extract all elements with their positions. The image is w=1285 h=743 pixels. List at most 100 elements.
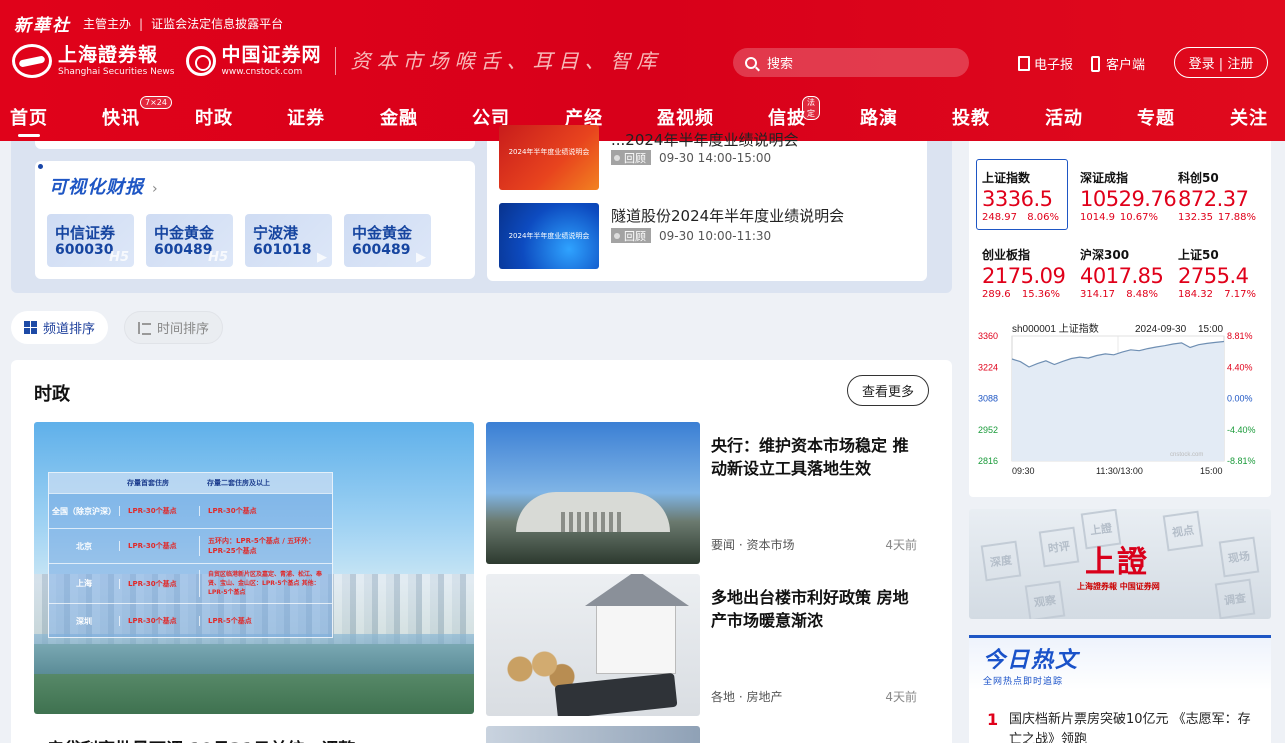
top-bar: 新華社 主管主办 | 证监会法定信息披露平台 [14,11,283,36]
replay-tag[interactable]: 回顾 [611,228,651,243]
article-title[interactable]: 多地出台楼市利好政策 房地产市场暖意渐浓 [711,586,911,632]
index-value: 2175.09 [982,264,1066,288]
table-cell: 北京 [76,541,92,551]
index-change: 132.35 [1178,212,1213,223]
y-tick-label: 3224 [978,362,998,372]
search-input[interactable]: 搜索 [733,48,969,77]
roadshow-thumb[interactable]: 2024年半年度业绩说明会 [499,203,599,269]
phone-icon [1091,55,1101,72]
table-cell: 上海 [76,579,92,588]
hot-text: 国庆档新片票房突破10亿元 《志愿军：存亡之战》领跑 [1009,712,1251,743]
article-category[interactable]: 各地 · 房地产 [711,688,782,705]
report-tile[interactable]: 中金黄金 600489 H5 [146,214,233,267]
sort-by-time-button[interactable]: 时间排序 [124,311,224,344]
property-image[interactable] [486,574,700,716]
index-name: 深证成指 [1080,171,1129,185]
index-change: 1014.9 [1080,212,1115,223]
play-icon [614,232,620,239]
nav-item-shizheng[interactable]: 时政 [195,104,233,130]
nav-item-jinrong[interactable]: 金融 [380,104,418,130]
nav-item-toujiao[interactable]: 投教 [952,104,990,130]
index-card[interactable]: 深证成指 10529.76 1014.9 10.67% [1074,159,1177,230]
replay-tag[interactable]: 回顾 [611,150,651,165]
report-tile[interactable]: 中金黄金 600489 ▶ [344,214,431,267]
login-register-button[interactable]: 登录 | 注册 [1174,47,1268,78]
badge-724: 7×24 [140,96,172,109]
index-intraday-chart[interactable]: sh000001 上证指数 2024-09-30 15:00 3360 8.81%… [972,318,1268,483]
report-tile[interactable]: 宁波港 601018 ▶ [245,214,332,267]
report-tile[interactable]: 中信证券 600030 H5 [47,214,134,267]
nav-item-video[interactable]: 盈视频 [657,104,714,130]
ssn-logo-cn: 上海證券報 [58,43,159,66]
search-placeholder: 搜索 [767,57,794,72]
header-links: 电子报 客户端 [1018,54,1163,73]
article-meta: 要闻 · 资本市场 4天前 [711,536,917,553]
sort-by-channel-button[interactable]: 频道排序 [11,311,109,344]
ssn-logo-icon[interactable] [12,44,52,78]
house-model [585,574,689,674]
section-title: 时政 [34,380,70,406]
index-value: 2755.4 [1178,264,1249,288]
h5-icon: H5 [208,250,228,265]
hot-rank: 1 [987,710,999,729]
roadshow-title[interactable]: 隧道股份2024年半年度业绩说明会 [611,205,844,226]
nav-item-kuaixun[interactable]: 快讯 7×24 [102,96,172,130]
index-card[interactable]: 科创50 872.37 132.35 17.88% [1172,159,1264,230]
roadshow-thumb[interactable]: 2024年半年度业绩说明会 [499,125,599,190]
table-cell: LPR-30个基点 [119,506,199,516]
tile-name: 宁波港 [253,224,299,242]
article-category[interactable]: 要闻 · 资本市场 [711,536,794,553]
roadshow-title[interactable]: ...2024年半年度业绩说明会 [611,129,798,150]
roadshow-time: 09-30 14:00-15:00 [659,150,772,165]
nav-item-guanzhu[interactable]: 关注 [1230,104,1268,130]
thumb-text: 2024年半年度业绩说明会 [508,148,590,156]
nav-item-home[interactable]: 首页 [10,104,48,137]
hot-item[interactable]: 1 国庆档新片票房突破10亿元 《志愿军：存亡之战》领跑 [987,710,1259,743]
table-cell: LPR-5个基点 [199,616,332,626]
site-header: 新華社 主管主办 | 证监会法定信息披露平台 上海證券報 Shanghai Se… [0,0,1285,141]
host-label: 主管主办 [83,17,132,31]
epaper-link[interactable]: 电子报 [1018,54,1073,73]
visual-report-label: 可视化财报 [49,177,144,198]
view-more-button[interactable]: 查看更多 [847,375,929,406]
index-card[interactable]: 上证50 2755.4 184.32 7.17% [1172,236,1264,307]
nav-item-zhuanti[interactable]: 专题 [1137,104,1175,130]
y-tick-label-right: 8.81% [1227,331,1253,341]
nav-item-huodong[interactable]: 活动 [1045,104,1083,130]
article-time: 4天前 [885,538,917,552]
divider: | [139,16,144,31]
pboc-image[interactable] [486,422,700,564]
article-title[interactable]: 央行：维护资本市场稳定 推动新设立工具落地生效 [711,434,911,480]
shangzheng-banner[interactable]: 深度 时评 上證 观察 调查 现场 视点 上證 上海證券報 中国证券网 [969,509,1271,619]
y-tick-label-right: -4.40% [1227,425,1256,435]
chart-time: 15:00 [1198,324,1223,335]
index-pct: 7.17% [1224,289,1256,300]
index-card[interactable]: 上证指数 3336.5 248.97 8.06% [976,159,1068,230]
table-cell: 五环内：LPR-5个基点 / 五环外：LPR-25个基点 [199,536,332,556]
y-tick-label: 3360 [978,331,998,341]
nav-item-label: 快讯 [102,108,140,129]
visual-report-title[interactable]: 可视化财报 › [49,173,159,199]
nav-item-xinpi[interactable]: 信披 法定 [768,96,820,130]
nav-item-zhengquan[interactable]: 证券 [287,104,325,130]
video-icon: ▶ [317,250,327,265]
lead-image[interactable]: 存量首套住房 存量二套住房及以上 全国（除京沪深） LPR-30个基点 LPR-30个… [34,422,474,714]
lead-caption[interactable]: 房贷利率批量下调 10月31日前统一调整 [47,735,447,743]
building [516,492,670,532]
x-tick-label: 09:30 [1012,466,1035,476]
y-tick-label: 3088 [978,394,998,404]
y-tick-label-right: 0.00% [1227,394,1253,404]
index-change: 289.6 [982,289,1011,300]
slogan: 资本市场喉舌、耳目、智库 [335,47,662,75]
cnstock-logo-en: www.cnstock.com [221,66,303,77]
index-card[interactable]: 沪深300 4017.85 314.17 8.48% [1074,236,1166,307]
index-value: 3336.5 [982,187,1053,211]
section-shizheng: 时政 查看更多 存量首套住房 存量二套住房及以上 全国（除京沪深） LPR-30个基… [11,360,952,743]
index-card[interactable]: 创业板指 2175.09 289.6 15.36% [976,236,1068,307]
article-image[interactable] [486,726,700,743]
client-link[interactable]: 客户端 [1091,54,1145,73]
cnstock-logo[interactable]: 中国证券网 www.cnstock.com [186,45,321,77]
ssn-logo[interactable]: 上海證券報 Shanghai Securities News [58,43,174,77]
nav-item-luyan[interactable]: 路演 [860,104,898,130]
xinhua-logo[interactable]: 新華社 [14,11,71,36]
